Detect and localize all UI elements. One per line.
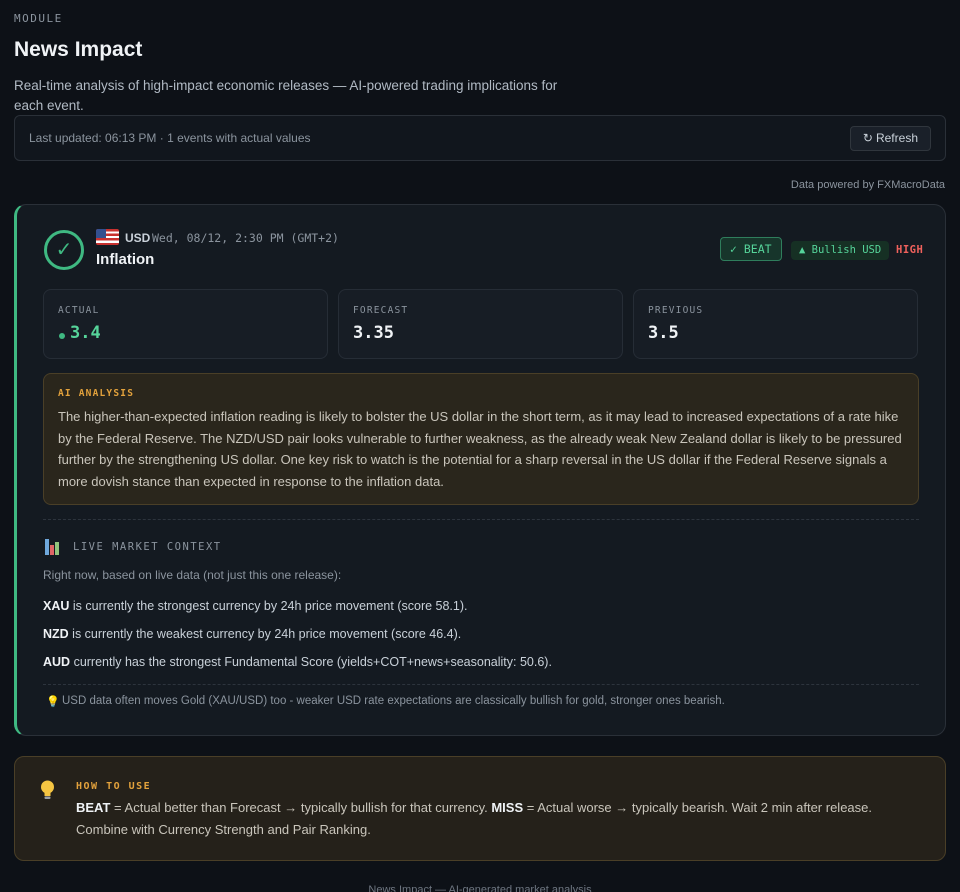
stat-forecast: FORECAST 3.35 — [338, 289, 623, 359]
refresh-label: Refresh — [875, 131, 918, 145]
how-to-use-label: HOW TO USE — [76, 781, 152, 792]
live-context-subtitle: Right now, based on live data (not just … — [43, 568, 342, 582]
bias-badge: ▲ Bullish USD — [791, 241, 890, 260]
beat-badge: ✓ BEAT — [720, 237, 782, 261]
divider — [43, 519, 919, 520]
actual-dot — [59, 333, 65, 339]
beat-term: BEAT — [76, 800, 111, 815]
event-currency: USD — [125, 231, 151, 245]
lightbulb-icon: 💡 — [46, 696, 60, 708]
stat-label: PREVIOUS — [648, 305, 704, 316]
gold-tip-text: USD data often moves Gold (XAU/USD) too … — [62, 695, 725, 707]
currency-code: XAU — [43, 599, 70, 613]
stat-label: FORECAST — [353, 305, 409, 316]
refresh-icon: ↻ — [862, 131, 873, 145]
stat-value: 3.35 — [353, 323, 394, 343]
stat-label: ACTUAL — [58, 305, 100, 316]
currency-code: NZD — [43, 627, 69, 641]
update-bar: Last updated: 06:13 PM · 1 events with a… — [14, 115, 946, 161]
ai-analysis-box: AI ANALYSIS The higher-than-expected inf… — [43, 373, 919, 505]
refresh-button[interactable]: ↻ Refresh — [849, 126, 931, 151]
context-line: NZD is currently the weakest currency by… — [43, 627, 461, 641]
how-to-use-box: HOW TO USE BEAT = Actual better than For… — [14, 756, 946, 861]
check-circle-icon: ✓ — [44, 230, 84, 270]
page-description: Real-time analysis of high-impact econom… — [14, 78, 558, 113]
ai-analysis-text: The higher-than-expected inflation readi… — [58, 409, 902, 489]
beat-definition: = Actual better than Forecast → typicall… — [110, 800, 492, 815]
ai-analysis-label: AI ANALYSIS — [58, 388, 135, 399]
context-text: is currently the strongest currency by 2… — [69, 599, 468, 613]
impact-badge: HIGH — [896, 244, 924, 256]
context-line: XAU is currently the strongest currency … — [43, 599, 468, 613]
event-datetime: Wed, 08/12, 2:30 PM (GMT+2) — [152, 231, 339, 245]
us-flag-icon — [96, 229, 119, 245]
page-title: News Impact — [14, 38, 143, 61]
powered-by: Data powered by FXMacroData — [790, 179, 945, 191]
event-name: Inflation — [96, 251, 155, 268]
stat-actual: ACTUAL 3.4 — [43, 289, 328, 359]
how-to-use-text: BEAT = Actual better than Forecast → typ… — [76, 797, 916, 840]
context-text: currently has the strongest Fundamental … — [70, 655, 552, 669]
last-updated-text: Last updated: 06:13 PM · 1 events with a… — [29, 131, 311, 145]
context-text: is currently the weakest currency by 24h… — [68, 627, 462, 641]
divider — [43, 684, 919, 685]
live-context-label: LIVE MARKET CONTEXT — [73, 541, 222, 553]
miss-term: MISS — [491, 800, 524, 815]
currency-code: AUD — [43, 655, 71, 669]
bar-chart-icon — [45, 539, 62, 555]
stat-value: 3.4 — [70, 323, 101, 343]
stat-value: 3.5 — [648, 323, 679, 343]
context-line: AUD currently has the strongest Fundamen… — [43, 655, 552, 669]
stat-previous: PREVIOUS 3.5 — [633, 289, 918, 359]
lightbulb-icon — [41, 780, 54, 799]
module-label: MODULE — [14, 12, 63, 25]
event-card: ✓ USD Wed, 08/12, 2:30 PM (GMT+2) Inflat… — [14, 204, 946, 736]
footer-text: News Impact — AI-generated market analys… — [368, 884, 592, 892]
